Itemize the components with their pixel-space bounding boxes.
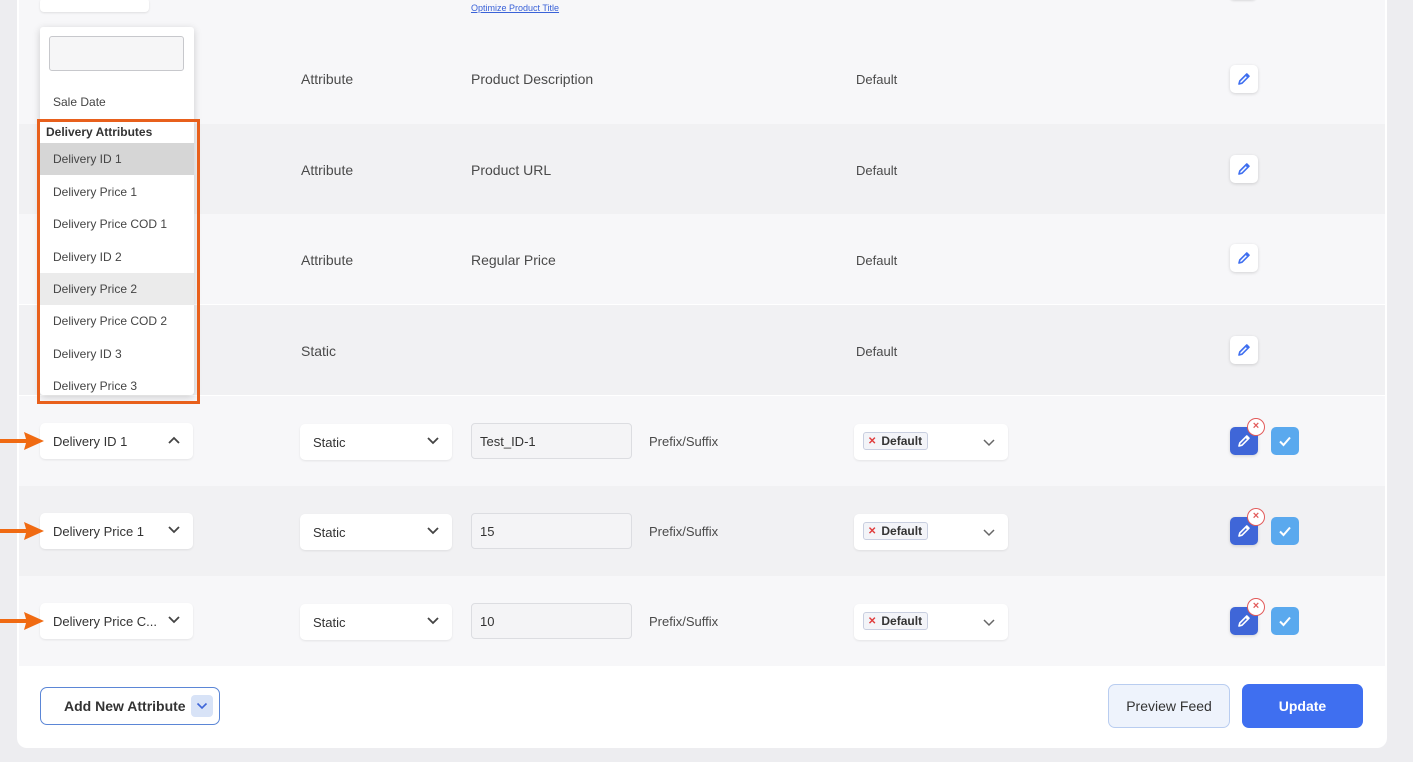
attribute-select[interactable]: Delivery Price C... <box>40 603 193 639</box>
edit-row: Delivery ID 1 Static Test_ID-1 Prefix/Su… <box>19 396 1385 486</box>
output-cell: Default <box>856 72 898 87</box>
table-row: Static Default <box>19 305 1385 395</box>
chevron-down-icon <box>983 439 995 447</box>
attribute-select[interactable]: Delivery ID 1 <box>40 423 193 459</box>
value-input[interactable]: 15 <box>471 513 632 549</box>
value-input[interactable]: Test_ID-1 <box>471 423 632 459</box>
type-select[interactable]: Static <box>300 604 452 640</box>
highlight-box <box>37 119 200 404</box>
close-icon[interactable]: ✕ <box>868 436 876 447</box>
output-cell: Default <box>856 163 898 178</box>
prefix-suffix-link[interactable]: Prefix/Suffix <box>649 614 718 629</box>
attribute-select-value: Delivery ID 1 <box>53 433 128 449</box>
type-cell: Attribute <box>301 162 354 178</box>
chevron-down-icon <box>427 437 439 445</box>
table-row: Attribute Product Description Default <box>19 34 1385 124</box>
add-attribute-label: Add New Attribute <box>64 698 186 714</box>
type-cell: Attribute <box>301 252 354 268</box>
value-cell: Product URL <box>471 162 552 178</box>
update-button[interactable]: Update <box>1242 684 1363 728</box>
value-cell: Regular Price <box>471 252 556 268</box>
attribute-select[interactable] <box>40 0 149 12</box>
edit-row: Delivery Price C... Static 10 Prefix/Suf… <box>19 576 1385 666</box>
pencil-icon <box>1238 344 1250 356</box>
value-input-text: 15 <box>480 523 495 539</box>
value-input[interactable]: 10 <box>471 603 632 639</box>
chevron-down-icon <box>427 617 439 625</box>
arrow-right-icon <box>0 432 44 450</box>
prefix-suffix-link[interactable]: Prefix/Suffix <box>649 524 718 539</box>
check-button[interactable] <box>1271 427 1299 455</box>
table-row: Attribute Product URL Default <box>19 124 1385 214</box>
dropdown-search-input[interactable] <box>49 36 184 71</box>
edit-button[interactable] <box>1230 336 1258 364</box>
check-icon <box>1279 436 1291 447</box>
pencil-icon <box>1238 525 1250 537</box>
chevron-down-icon <box>983 619 995 627</box>
default-tag[interactable]: ✕ Default <box>863 522 929 540</box>
value-cell: Product Description <box>471 71 594 87</box>
check-button[interactable] <box>1271 607 1299 635</box>
pencil-icon <box>1238 163 1250 175</box>
chevron-down-icon <box>427 527 439 535</box>
type-select-value: Static <box>313 524 346 540</box>
output-select[interactable]: ✕ Default <box>854 424 1008 460</box>
preview-feed-button[interactable]: Preview Feed <box>1108 684 1230 728</box>
pencil-icon <box>1238 73 1250 85</box>
pencil-icon <box>1238 615 1250 627</box>
add-attribute-button[interactable]: Add New Attribute <box>40 687 220 725</box>
edit-button[interactable] <box>1230 65 1258 93</box>
type-select[interactable]: Static <box>300 514 452 550</box>
edit-button[interactable] <box>1230 244 1258 272</box>
table-row: Attribute Regular Price Default <box>19 214 1385 304</box>
attribute-select-value: Delivery Price 1 <box>53 523 145 539</box>
type-select-value: Static <box>313 434 346 450</box>
value-input-text: 10 <box>480 613 495 629</box>
pencil-icon <box>1238 252 1250 264</box>
close-icon[interactable]: × <box>1247 508 1265 526</box>
close-icon[interactable]: ✕ <box>868 616 876 627</box>
close-icon[interactable]: ✕ <box>868 526 876 537</box>
check-icon <box>1279 616 1291 627</box>
close-icon[interactable]: × <box>1247 598 1265 616</box>
default-tag[interactable]: ✕ Default <box>863 612 929 630</box>
chevron-up-icon <box>168 436 180 444</box>
table-row: Optimize Product Title <box>19 0 1385 34</box>
tag-label: Default <box>881 614 923 628</box>
dropdown-item[interactable]: Sale Date <box>40 86 194 118</box>
chevron-down-icon <box>196 702 208 710</box>
prefix-suffix-link[interactable]: Prefix/Suffix <box>649 434 718 449</box>
add-attribute-toggle[interactable] <box>191 695 213 717</box>
arrow-right-icon <box>0 612 44 630</box>
edit-button[interactable] <box>1230 155 1258 183</box>
chevron-down-icon <box>168 526 180 534</box>
type-select[interactable]: Static <box>300 424 452 460</box>
pencil-icon <box>1238 435 1250 447</box>
arrow-right-icon <box>0 522 44 540</box>
type-cell: Attribute <box>301 71 354 87</box>
value-input-text: Test_ID-1 <box>480 433 536 449</box>
type-select-value: Static <box>313 614 346 630</box>
tag-label: Default <box>881 434 923 448</box>
chevron-down-icon <box>983 529 995 537</box>
optimize-title-link[interactable]: Optimize Product Title <box>471 3 559 13</box>
check-button[interactable] <box>1271 517 1299 545</box>
output-select[interactable]: ✕ Default <box>854 604 1008 640</box>
tag-label: Default <box>881 524 923 538</box>
attribute-select[interactable]: Delivery Price 1 <box>40 513 193 549</box>
check-icon <box>1279 526 1291 537</box>
close-icon[interactable]: × <box>1247 418 1265 436</box>
output-cell: Default <box>856 344 898 359</box>
output-select[interactable]: ✕ Default <box>854 514 1008 550</box>
attribute-select-value: Delivery Price C... <box>53 613 158 629</box>
default-tag[interactable]: ✕ Default <box>863 432 929 450</box>
type-cell: Static <box>301 343 337 359</box>
output-cell: Default <box>856 253 898 268</box>
edit-row: Delivery Price 1 Static 15 Prefix/Suffix… <box>19 486 1385 576</box>
chevron-down-icon <box>168 616 180 624</box>
